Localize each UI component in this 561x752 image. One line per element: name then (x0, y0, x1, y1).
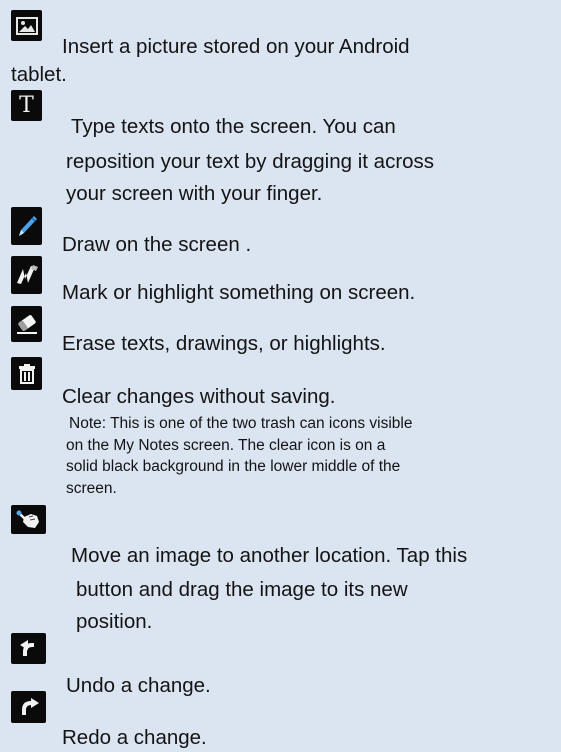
text-tool-description-cont: reposition your text by dragging it acro… (66, 148, 434, 208)
picture-description: Insert a picture stored on your Android (62, 33, 410, 61)
text-line-1: Type texts onto the screen. You can (71, 115, 396, 138)
pen-icon (11, 207, 42, 245)
note-line-4: screen. (66, 479, 117, 497)
pen-description: Draw on the screen . (62, 231, 251, 259)
text-t-icon: T (11, 90, 42, 121)
note-line-1: Note: This is one of the two trash can i… (69, 415, 413, 432)
note-line-3: solid black background in the lower midd… (66, 458, 401, 475)
text-line-2: reposition your text by dragging it acro… (66, 150, 435, 173)
redo-icon (11, 691, 46, 723)
move-description: Move an image to another location. Tap t… (71, 542, 467, 570)
text-tool-description: Type texts onto the screen. You can (71, 113, 396, 141)
help-document: Insert a picture stored on your Android … (0, 0, 561, 752)
undo-description: Undo a change. (66, 672, 211, 700)
move-line-2: button and drag the image to its new (76, 578, 408, 601)
move-description-cont: button and drag the image to its new pos… (76, 576, 408, 636)
move-line-1: Move an image to another location. Tap t… (71, 544, 468, 567)
eraser-description: Erase texts, drawings, or highlights. (62, 330, 386, 358)
eraser-icon (11, 306, 42, 342)
picture-line-2: tablet. (11, 63, 67, 86)
redo-line: Redo a change. (62, 726, 207, 749)
trash-can-icon (11, 357, 42, 390)
picture-line-1: Insert a picture stored on your Android (62, 35, 410, 58)
highlighter-icon (11, 256, 42, 294)
redo-description: Redo a change. (62, 724, 207, 752)
hand-move-icon (11, 505, 46, 534)
undo-line: Undo a change. (66, 674, 211, 697)
trash-description: Clear changes without saving. (62, 383, 336, 411)
text-line-3: your screen with your finger. (66, 182, 323, 205)
note-line-2: on the My Notes screen. The clear icon i… (66, 436, 386, 454)
trash-note: Note: This is one of the two trash can i… (66, 413, 413, 499)
move-line-3: position. (76, 610, 153, 633)
pen-line: Draw on the screen . (62, 233, 252, 256)
highlighter-description: Mark or highlight something on screen. (62, 279, 415, 307)
picture-icon (11, 10, 42, 41)
highlighter-line: Mark or highlight something on screen. (62, 281, 416, 304)
undo-icon (11, 633, 46, 664)
eraser-line: Erase texts, drawings, or highlights. (62, 332, 386, 355)
picture-description-cont: tablet. (11, 61, 67, 89)
trash-line: Clear changes without saving. (62, 385, 336, 408)
